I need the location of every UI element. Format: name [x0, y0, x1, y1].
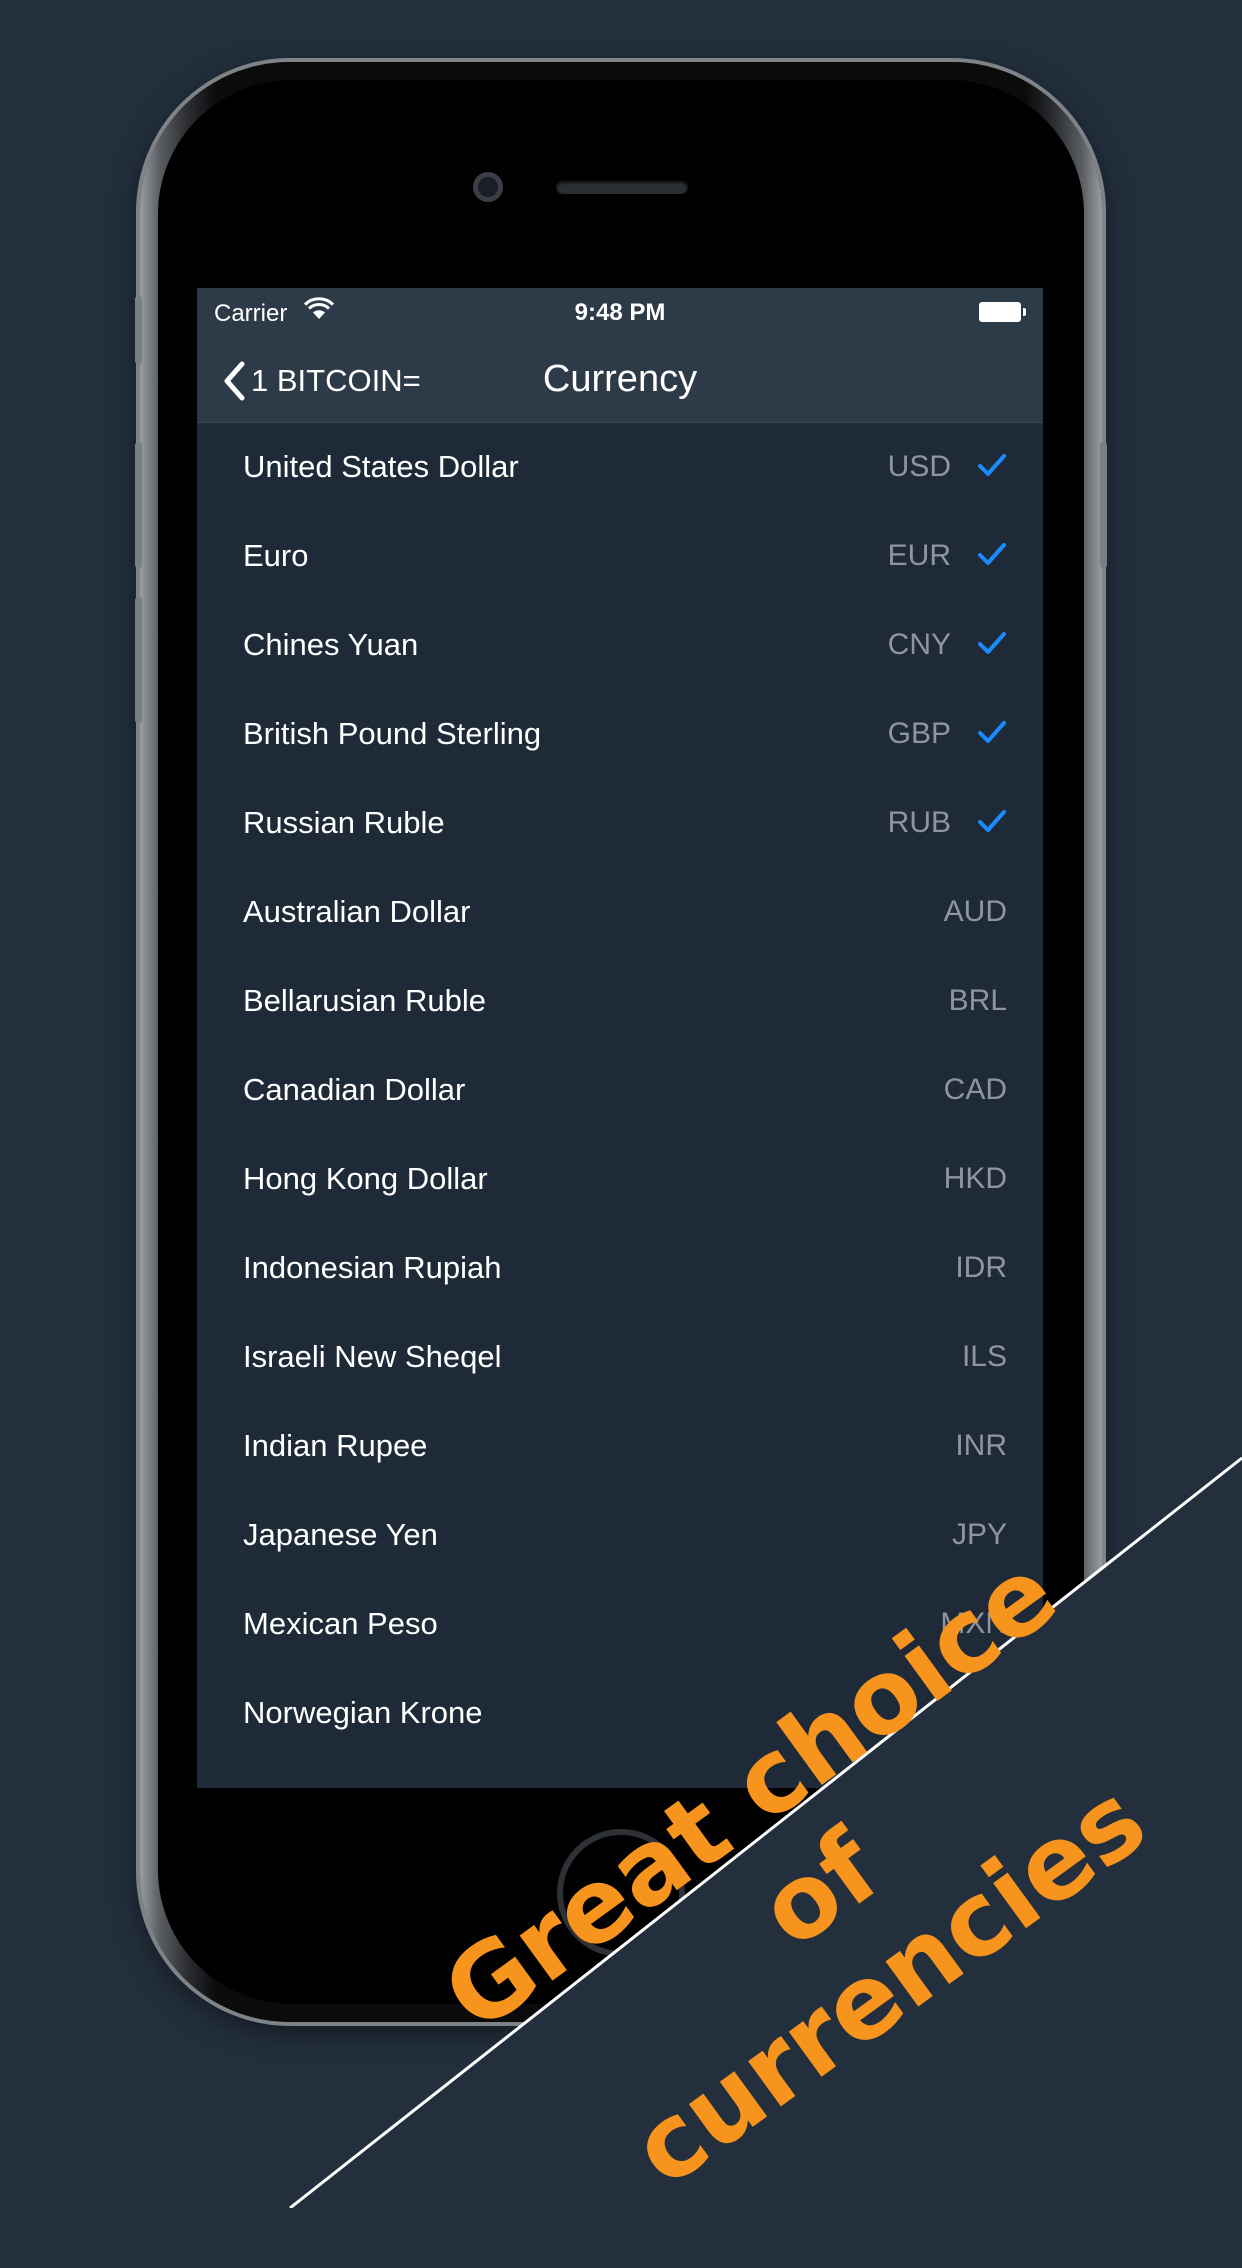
power-button — [1100, 442, 1107, 568]
currency-code: JPY — [951, 1517, 1007, 1551]
checkmark-icon — [978, 810, 1006, 832]
currency-name: Indonesian Rupiah — [243, 1249, 502, 1285]
currency-name: Canadian Dollar — [243, 1071, 466, 1107]
currency-code: USD — [887, 449, 951, 483]
volume-down-button — [135, 597, 142, 723]
currency-name: British Pound Sterling — [243, 715, 542, 751]
currency-row[interactable]: Indonesian Rupiah IDR — [197, 1223, 1043, 1312]
silent-switch — [135, 296, 142, 364]
currency-row[interactable]: Mexican Peso MXN — [197, 1579, 1043, 1668]
checkmark-icon — [978, 721, 1006, 743]
currency-row[interactable]: Bellarusian Ruble BRL — [197, 956, 1043, 1045]
currency-name: Norwegian Krone — [243, 1694, 483, 1730]
checkmark-icon — [978, 454, 1006, 476]
currency-row[interactable]: Hong Kong Dollar HKD — [197, 1134, 1043, 1223]
currency-code: AUD — [943, 894, 1007, 928]
home-button[interactable] — [557, 1829, 685, 1957]
navigation-bar: 1 BITCOIN= Currency — [197, 338, 1043, 423]
checkmark-icon — [978, 543, 1006, 565]
currency-row[interactable]: Australian Dollar AUD — [197, 867, 1043, 956]
currency-code: INR — [955, 1428, 1007, 1462]
currency-row[interactable]: Israeli New Sheqel ILS — [197, 1312, 1043, 1401]
currency-code: MXN — [940, 1606, 1007, 1640]
currency-name: Mexican Peso — [243, 1605, 438, 1641]
currency-name: Bellarusian Ruble — [243, 982, 486, 1018]
page-title: Currency — [542, 358, 698, 400]
currency-code: CAD — [943, 1072, 1007, 1106]
currency-row[interactable]: United States Dollar USD — [197, 422, 1043, 511]
currency-row[interactable]: Canadian Dollar CAD — [197, 1045, 1043, 1134]
volume-up-button — [135, 442, 142, 568]
currency-name: Euro — [243, 537, 309, 573]
currency-name: Russian Ruble — [243, 804, 445, 840]
currency-code: GBP — [887, 716, 951, 750]
currency-row[interactable]: Indian Rupee INR — [197, 1401, 1043, 1490]
battery-icon — [979, 302, 1026, 322]
currency-row[interactable]: British Pound Sterling GBP — [197, 689, 1043, 778]
currency-name: United States Dollar — [243, 448, 519, 484]
currency-list: United States Dollar USD Euro EUR Chines Yua… — [197, 422, 1043, 1757]
currency-code: CNY — [887, 627, 951, 661]
checkmark-icon — [978, 632, 1006, 654]
currency-code: IDR — [955, 1250, 1007, 1284]
currency-row[interactable]: Russian Ruble RUB — [197, 778, 1043, 867]
front-camera — [473, 172, 503, 202]
currency-code: HKD — [943, 1161, 1007, 1195]
currency-code: RUB — [887, 805, 951, 839]
currency-code: EUR — [887, 538, 951, 572]
currency-row[interactable]: Japanese Yen JPY — [197, 1490, 1043, 1579]
currency-row[interactable]: Chines Yuan CNY — [197, 600, 1043, 689]
app-screen: Carrier 9:48 PM 1 BITCOIN= Currency Unit… — [197, 288, 1043, 1788]
currency-name: Japanese Yen — [243, 1516, 438, 1552]
currency-code: BRL — [948, 983, 1007, 1017]
currency-code: ILS — [961, 1339, 1007, 1373]
currency-name: Israeli New Sheqel — [243, 1338, 502, 1374]
status-bar: Carrier 9:48 PM — [197, 288, 1043, 338]
currency-row[interactable]: Norwegian Krone — [197, 1668, 1043, 1757]
currency-name: Chines Yuan — [243, 626, 419, 662]
currency-name: Hong Kong Dollar — [243, 1160, 488, 1196]
earpiece-speaker — [556, 180, 688, 194]
currency-name: Indian Rupee — [243, 1427, 428, 1463]
currency-row[interactable]: Euro EUR — [197, 511, 1043, 600]
status-time: 9:48 PM — [574, 299, 666, 326]
currency-name: Australian Dollar — [243, 893, 471, 929]
